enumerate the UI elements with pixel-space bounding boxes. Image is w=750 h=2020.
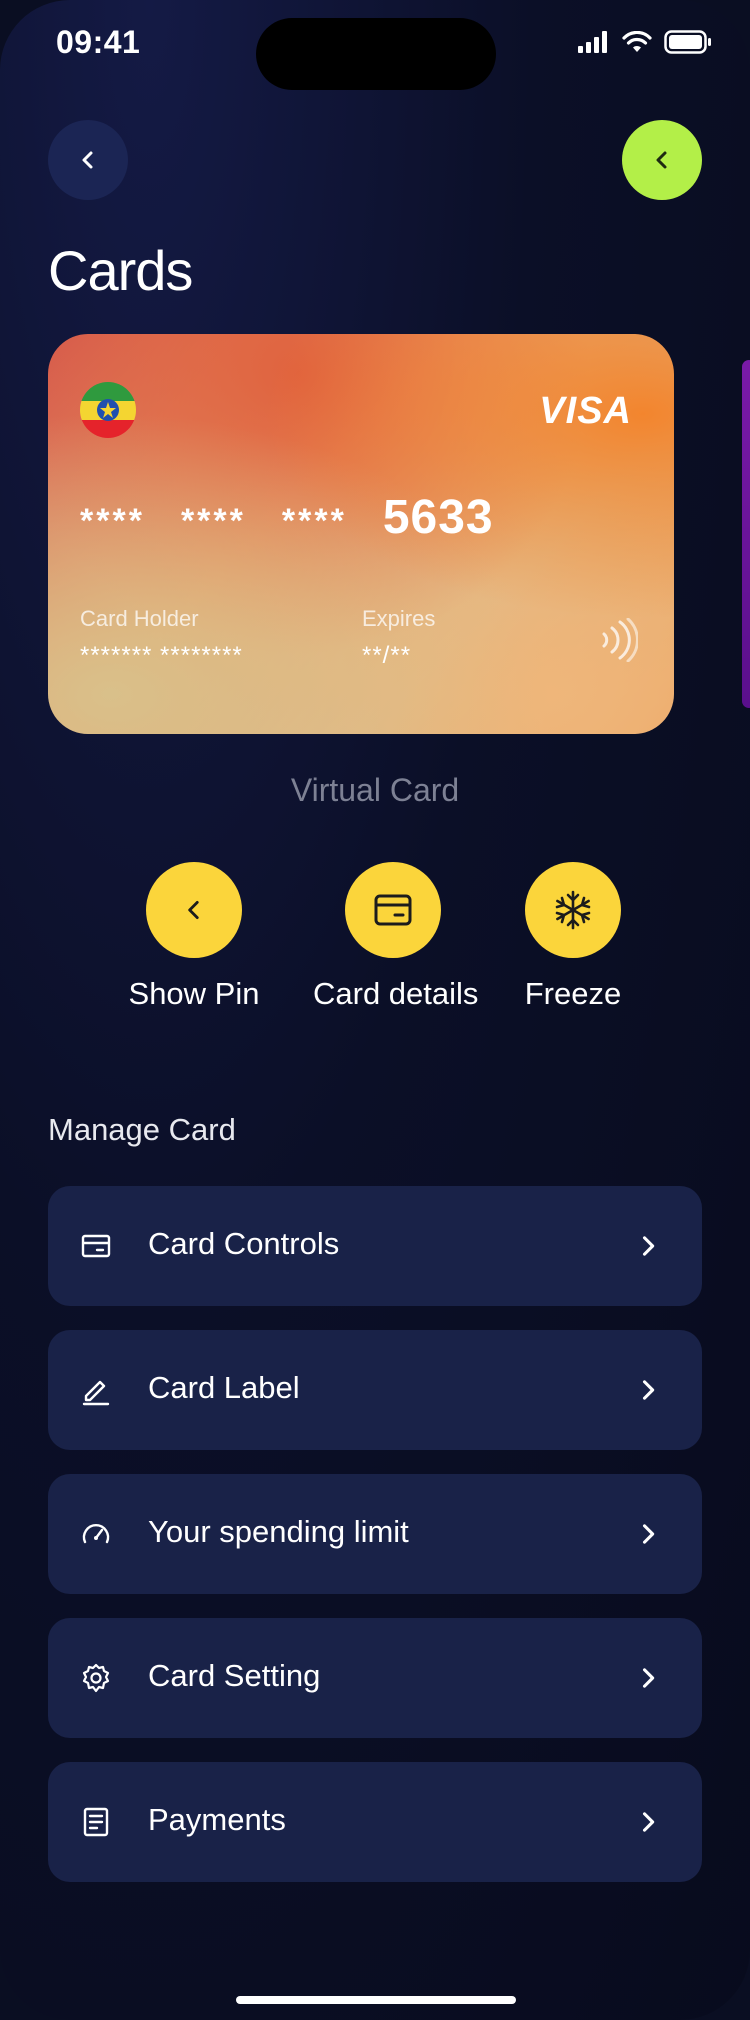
freeze-button[interactable]: Freeze (493, 862, 653, 1012)
card-icon (81, 1234, 111, 1258)
freeze-label: Freeze (524, 976, 622, 1011)
menu-item-label: Card Label (148, 1370, 300, 1405)
chevron-right-icon (642, 1380, 655, 1400)
ethiopia-flag-icon (80, 382, 136, 438)
status-icons (578, 30, 712, 54)
dynamic-island (256, 18, 496, 90)
manage-card-menu: Card Controls Card Label Your spending l… (48, 1186, 702, 1906)
phone-screen: 09:41 Cards VISA **** **** **** 5633 Car… (0, 0, 750, 2020)
chevron-left-icon (656, 151, 667, 169)
menu-item-card-setting[interactable]: Card Setting (48, 1618, 702, 1738)
card-holder-value: ******* ******** (80, 642, 243, 669)
card-last4: 5633 (382, 491, 494, 544)
show-pin-label: Show Pin (128, 976, 260, 1011)
card-type-label: Virtual Card (290, 772, 460, 808)
menu-item-card-label[interactable]: Card Label (48, 1330, 702, 1450)
contactless-icon (602, 618, 638, 662)
chevron-left-icon (188, 901, 199, 919)
battery-icon (664, 30, 711, 54)
card-details-circle[interactable] (345, 862, 441, 958)
visa-logo: VISA (539, 390, 632, 432)
chevron-right-icon (642, 1236, 655, 1256)
card-number-mask: **** (80, 502, 145, 540)
card-number: **** **** **** 5633 (80, 490, 494, 545)
chevron-right-icon (642, 1812, 655, 1832)
wifi-icon (622, 31, 652, 52)
card-expires-value: **/** (362, 642, 412, 669)
menu-item-label: Payments (148, 1802, 286, 1837)
show-pin-circle[interactable] (146, 862, 242, 958)
menu-item-label: Card Setting (148, 1658, 321, 1693)
receipt-icon (83, 1807, 109, 1837)
gear-icon (82, 1663, 110, 1693)
card-icon (374, 894, 412, 926)
menu-item-spending-limit[interactable]: Your spending limit (48, 1474, 702, 1594)
card-details-button[interactable]: Card details (313, 862, 479, 1012)
signal-icon (578, 31, 607, 53)
page-title: Cards (48, 239, 193, 302)
menu-item-card-controls[interactable]: Card Controls (48, 1186, 702, 1306)
status-time: 09:41 (56, 24, 141, 60)
menu-item-label: Card Controls (148, 1226, 340, 1261)
show-pin-button[interactable]: Show Pin (114, 862, 274, 1012)
gauge-icon (82, 1524, 110, 1544)
chevron-right-icon (642, 1524, 655, 1544)
menu-item-payments[interactable]: Payments (48, 1762, 702, 1882)
home-indicator[interactable] (236, 1996, 516, 2004)
card-holder-label: Card Holder (80, 606, 199, 631)
chevron-left-icon (82, 151, 93, 169)
pencil-icon (82, 1380, 110, 1406)
snowflake-icon (555, 890, 591, 930)
card-expires-label: Expires (362, 606, 436, 631)
virtual-card[interactable]: VISA **** **** **** 5633 Card Holder ***… (48, 334, 674, 734)
back-button[interactable] (48, 120, 128, 200)
menu-item-label: Your spending limit (148, 1514, 409, 1549)
header-action-button[interactable] (622, 120, 702, 200)
card-details-label: Card details (313, 976, 479, 1011)
chevron-right-icon (642, 1668, 655, 1688)
next-card-peek[interactable] (742, 360, 750, 708)
manage-card-title: Manage Card (48, 1112, 236, 1147)
card-number-mask: **** (180, 502, 246, 540)
card-number-mask: **** (281, 502, 347, 540)
freeze-circle[interactable] (525, 862, 621, 958)
